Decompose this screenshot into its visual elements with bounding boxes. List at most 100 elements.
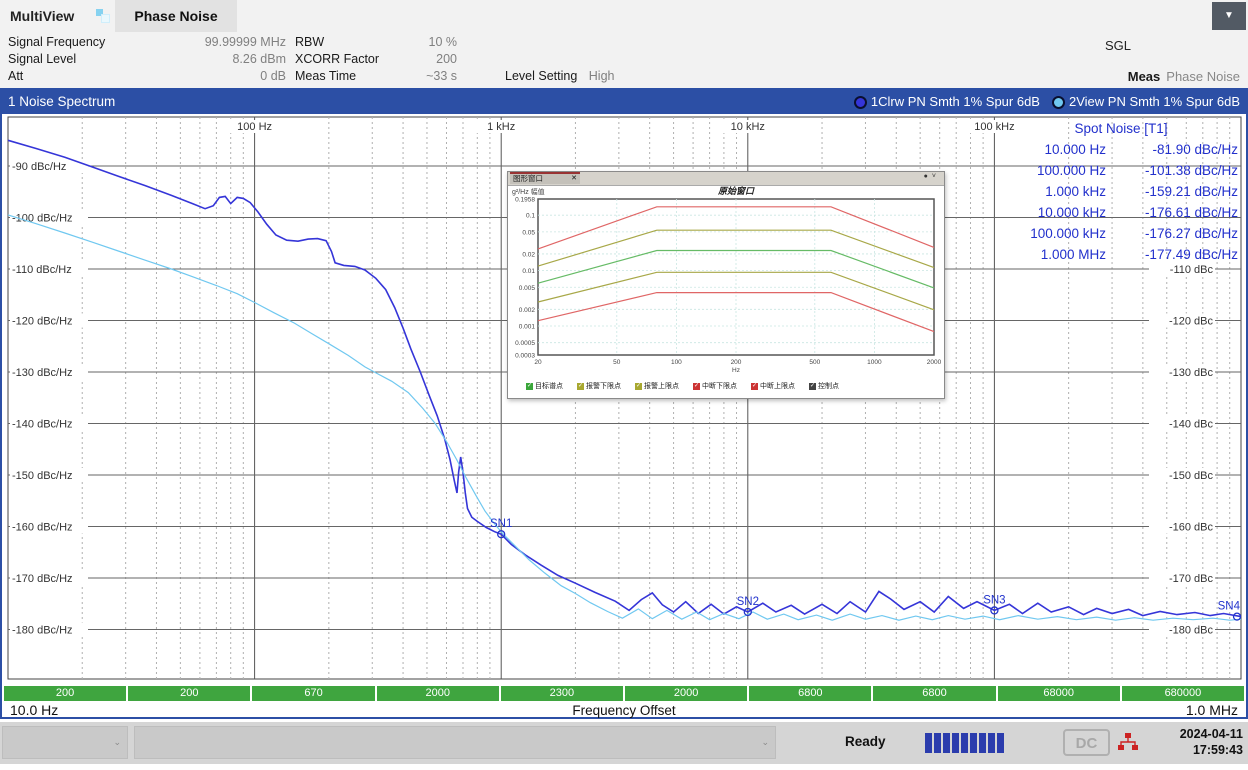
xcorr-segment: 2000 [623,686,747,701]
svg-text:50: 50 [613,359,621,366]
svg-text:0.0003: 0.0003 [515,353,535,360]
progress-segment [970,733,977,753]
overlay-window-icons[interactable]: ●˅ [924,173,940,180]
trace1-legend-entry[interactable]: 1Clrw PN Smth 1% Spur 6dB [854,90,1040,114]
progress-segment [988,733,995,753]
lan-network-icon [1118,732,1138,752]
overlay-legend-item[interactable]: ✓控制点 [809,381,839,391]
overlay-legend-item[interactable]: ✓中断下限点 [693,381,737,391]
svg-text:0.02: 0.02 [522,251,535,258]
spot-noise-row: 100.000 kHz-176.27 dBc/Hz [998,223,1244,244]
svg-text:-180 dBc/Hz: -180 dBc/Hz [12,625,73,637]
svg-text:0.1958: 0.1958 [515,197,535,204]
sgl-indicator: SGL [1105,38,1131,53]
instrument-screen: MultiView Phase Noise ▼ Signal Frequency… [0,0,1248,770]
progress-segment [943,733,950,753]
trace-legend: 1Clrw PN Smth 1% Spur 6dB 2View PN Smth … [854,90,1240,114]
svg-text:-150 dBc/Hz: -150 dBc/Hz [12,470,73,482]
svg-text:-170 dBc: -170 dBc [1169,573,1214,585]
marker-label: SN2 [737,596,759,608]
field-signal-frequency[interactable]: Signal Frequency99.99999 MHz [8,34,286,51]
svg-text:100: 100 [671,359,682,366]
tab-phase-noise[interactable]: Phase Noise [115,0,237,32]
trace2-legend-entry[interactable]: 2View PN Smth 1% Spur 6dB [1052,90,1240,114]
legend-checkbox-icon: ✓ [526,383,533,390]
xcorr-segment: 6800 [871,686,995,701]
marker-label: SN1 [490,518,512,530]
spot-noise-row: 100.000 Hz-101.38 dBc/Hz [998,160,1244,181]
marker-label: SN3 [983,594,1005,606]
field-level-setting[interactable]: Level Setting High [505,68,614,85]
status-dropdown-left[interactable]: ⌄ [2,726,128,759]
date: 2024-04-11 [1180,726,1243,742]
window-titlebar: 1 Noise Spectrum 1Clrw PN Smth 1% Spur 6… [2,90,1246,114]
stop-frequency[interactable]: 1.0 MHz [1186,702,1238,718]
progress-segment [952,733,959,753]
overlay-legend-item[interactable]: ✓目标谱点 [526,381,563,391]
spot-noise-table: Spot Noise [T1] 10.000 Hz-81.90 dBc/Hz 1… [998,118,1244,265]
xcorr-segment: 2000 [375,686,499,701]
field-meas-time[interactable]: Meas Time~33 s [295,68,457,85]
tab-multiview[interactable]: MultiView [10,0,74,32]
overlay-app-window[interactable]: 图形窗口 ✕ ●˅ 原始窗口g²/Hz 幅值0.19580.10.050.020… [507,171,945,399]
svg-text:200: 200 [731,359,742,366]
top-tab-bar: MultiView Phase Noise ▼ [0,0,1248,32]
svg-text:Hz: Hz [732,367,740,374]
spot-noise-row: 10.000 kHz-176.61 dBc/Hz [998,202,1244,223]
svg-text:-140 dBc: -140 dBc [1169,419,1214,431]
legend-checkbox-icon: ✓ [577,383,584,390]
xcorr-segment: 68000 [996,686,1120,701]
svg-text:20: 20 [534,359,542,366]
time: 17:59:43 [1180,742,1243,758]
noise-spectrum-plot: -90 dBc/Hz-100 dBc/Hz-110 dBc/Hz-120 dBc… [2,114,1246,683]
field-rbw[interactable]: RBW10 % [295,34,457,51]
progress-segment [934,733,941,753]
overlay-tab[interactable]: 图形窗口 ✕ [510,172,580,184]
svg-text:-130 dBc/Hz: -130 dBc/Hz [12,367,73,379]
svg-text:-160 dBc/Hz: -160 dBc/Hz [12,522,73,534]
svg-text:100 Hz: 100 Hz [237,121,272,133]
svg-text:-160 dBc: -160 dBc [1169,522,1214,534]
legend-checkbox-icon: ✓ [751,383,758,390]
overlay-legend-item[interactable]: ✓报警下限点 [577,381,621,391]
spot-noise-row: 1.000 MHz-177.49 dBc/Hz [998,244,1244,265]
measurement-header: Signal Frequency99.99999 MHz Signal Leve… [0,32,1248,88]
svg-text:0.01: 0.01 [522,268,535,275]
marker-label: SN4 [1218,601,1241,613]
svg-text:0.0005: 0.0005 [515,340,535,347]
field-xcorr-factor[interactable]: XCORR Factor200 [295,51,457,68]
svg-text:0.001: 0.001 [519,324,536,331]
svg-text:原始窗口: 原始窗口 [717,186,755,196]
svg-text:0.1: 0.1 [526,213,535,220]
svg-text:-150 dBc: -150 dBc [1169,470,1214,482]
trace2-bullet-icon [1052,96,1065,109]
svg-text:0.005: 0.005 [519,285,536,292]
svg-text:10 kHz: 10 kHz [731,121,765,133]
svg-text:-180 dBc: -180 dBc [1169,625,1214,637]
overlay-legend-item[interactable]: ✓中断上限点 [751,381,795,391]
field-att[interactable]: Att0 dB [8,68,286,85]
svg-text:1 kHz: 1 kHz [487,121,515,133]
progress-segment [961,733,968,753]
svg-text:-140 dBc/Hz: -140 dBc/Hz [12,419,73,431]
bottom-margin [0,764,1248,770]
field-signal-level[interactable]: Signal Level8.26 dBm [8,51,286,68]
overlay-profile-chart: 原始窗口g²/Hz 幅值0.19580.10.050.020.010.0050.… [508,185,944,398]
svg-text:0.002: 0.002 [519,307,536,314]
x-axis-title: Frequency Offset [2,703,1246,718]
overlay-legend-item[interactable]: ✓报警上限点 [635,381,679,391]
start-frequency[interactable]: 10.0 Hz [10,702,58,718]
overlay-legend: ✓目标谱点 ✓报警下限点 ✓报警上限点 ✓中断下限点 ✓中断上限点 ✓控制点 [526,381,839,391]
svg-text:-110 dBc/Hz: -110 dBc/Hz [12,264,72,276]
dc-coupling-indicator[interactable]: DC [1063,729,1110,756]
overlay-close-icon[interactable]: ✕ [571,174,577,184]
svg-text:1000: 1000 [867,359,882,366]
spot-noise-title: Spot Noise [T1] [998,118,1244,139]
status-message-box[interactable]: ⌄ [134,726,776,759]
overlay-chart-body: 原始窗口g²/Hz 幅值0.19580.10.050.020.010.0050.… [508,185,944,398]
svg-text:2000: 2000 [927,359,942,366]
ready-status: Ready [845,734,886,749]
svg-text:-120 dBc/Hz: -120 dBc/Hz [12,316,73,328]
window-dropdown-button[interactable]: ▼ [1212,2,1246,30]
svg-text:g²/Hz 幅值: g²/Hz 幅值 [512,187,545,196]
